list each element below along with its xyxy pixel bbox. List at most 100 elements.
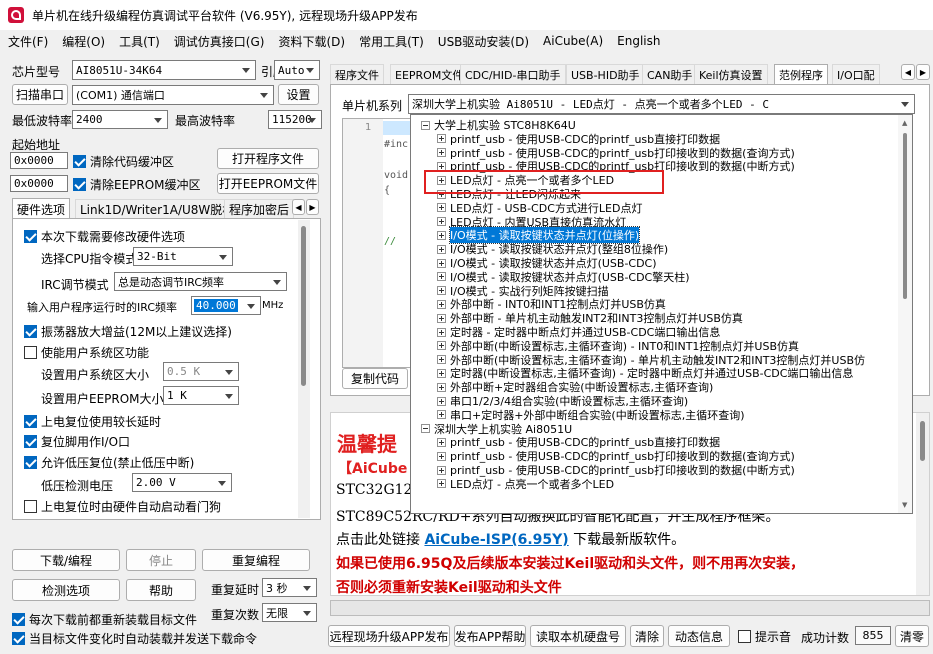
- port-select[interactable]: (COM1) 通信端口: [72, 85, 274, 105]
- hw-scrollbar[interactable]: [298, 220, 310, 518]
- expand-icon[interactable]: [437, 217, 446, 227]
- rtab-scroll-left-button[interactable]: ◀: [901, 64, 915, 80]
- rtab-scroll-right-button[interactable]: ▶: [916, 64, 930, 80]
- menu-item[interactable]: AiCube(A): [543, 34, 603, 48]
- modify-hw-checkbox[interactable]: 本次下载需要修改硬件选项: [24, 228, 185, 245]
- repeat-program-button[interactable]: 重复编程: [202, 549, 310, 571]
- pins-select[interactable]: Auto: [274, 60, 320, 80]
- rtab[interactable]: USB-HID助手: [566, 64, 645, 84]
- irc-mode-select[interactable]: 总是动态调节IRC频率: [114, 272, 287, 291]
- menu-item[interactable]: USB驱动安装(D): [438, 33, 529, 50]
- tab-scroll-right-button[interactable]: ▶: [306, 199, 319, 215]
- watchdog-checkbox[interactable]: 上电复位时由硬件自动启动看门狗: [24, 498, 221, 515]
- rtab[interactable]: CAN助手: [642, 64, 698, 84]
- tab-link1d[interactable]: Link1D/Writer1A/U8W脱机: [75, 199, 240, 219]
- expand-icon[interactable]: [437, 286, 446, 296]
- rtab[interactable]: I/O口配: [832, 64, 880, 84]
- osc-gain-checkbox[interactable]: 振荡器放大增益(12M以上建议选择): [24, 323, 232, 340]
- expand-icon[interactable]: [437, 230, 446, 240]
- tree-item[interactable]: LED点灯 - 点亮一个或者多个LED: [437, 477, 614, 491]
- check-options-button[interactable]: 检测选项: [12, 579, 120, 601]
- long-delay-checkbox[interactable]: 上电复位使用较长延时: [24, 413, 161, 430]
- tab-hardware-options[interactable]: 硬件选项: [12, 198, 71, 219]
- menu-item[interactable]: 编程(O): [62, 33, 105, 50]
- expand-icon[interactable]: [437, 382, 446, 392]
- notice-scrollbar[interactable]: [916, 413, 929, 595]
- eeprom-size-select[interactable]: 1 K: [163, 386, 239, 405]
- rtab[interactable]: Keil仿真设置: [694, 64, 768, 84]
- clear-eeprom-checkbox[interactable]: 清除EEPROM缓冲区: [73, 176, 201, 193]
- tab-encrypt[interactable]: 程序加密后: [224, 199, 295, 219]
- notice-title: 温馨提: [337, 432, 397, 456]
- checkbox-box[interactable]: [73, 155, 86, 168]
- collapse-icon[interactable]: [421, 120, 430, 130]
- clear-button[interactable]: 清除: [630, 625, 664, 647]
- expand-icon[interactable]: [437, 299, 446, 309]
- expand-icon[interactable]: [437, 203, 446, 213]
- expand-icon[interactable]: [437, 465, 446, 475]
- low-voltage-select[interactable]: 2.00 V: [132, 473, 232, 492]
- settings-button[interactable]: 设置: [278, 84, 319, 105]
- help-button[interactable]: 帮助: [126, 579, 196, 601]
- repeat-count-select[interactable]: 无限: [262, 603, 317, 622]
- cpu-mode-select[interactable]: 32-Bit: [133, 247, 233, 266]
- rtab[interactable]: 程序文件: [330, 64, 384, 84]
- menu-item[interactable]: 文件(F): [8, 33, 48, 50]
- rtab[interactable]: 范例程序: [774, 64, 828, 84]
- open-eeprom-file-button[interactable]: 打开EEPROM文件: [217, 173, 319, 194]
- reset-io-checkbox[interactable]: 复位脚用作I/O口: [24, 433, 130, 450]
- tab-scroll-left-button[interactable]: ◀: [292, 199, 305, 215]
- expand-icon[interactable]: [437, 244, 446, 254]
- sys-size-select[interactable]: 0.5 K: [163, 362, 239, 381]
- checkbox-box[interactable]: [73, 178, 86, 191]
- expand-icon[interactable]: [437, 355, 446, 365]
- tree-scrollbar[interactable]: ▲ ▼: [898, 115, 912, 513]
- dynamic-info-button[interactable]: 动态信息: [668, 625, 730, 647]
- min-baud-select[interactable]: 2400: [72, 110, 168, 129]
- tone-checkbox[interactable]: 提示音: [738, 628, 791, 645]
- copy-code-button[interactable]: 复制代码: [342, 368, 408, 389]
- publish-app-button[interactable]: 远程现场升级APP发布: [328, 625, 450, 647]
- download-link[interactable]: AiCube-ISP(6.95Y): [424, 532, 568, 548]
- expand-icon[interactable]: [437, 148, 446, 158]
- expand-icon[interactable]: [437, 437, 446, 447]
- clear-code-checkbox[interactable]: 清除代码缓冲区: [73, 153, 174, 170]
- expand-icon[interactable]: [437, 327, 446, 337]
- expand-icon[interactable]: [437, 451, 446, 461]
- expand-icon[interactable]: [437, 479, 446, 489]
- menu-item[interactable]: 常用工具(T): [359, 33, 424, 50]
- expand-icon[interactable]: [437, 258, 446, 268]
- expand-icon[interactable]: [437, 134, 446, 144]
- series-select[interactable]: 深圳大学上机实验 Ai8051U - LED点灯 - 点亮一个或者多个LED -…: [408, 94, 915, 114]
- irc-freq-select[interactable]: 40.000: [191, 296, 261, 315]
- max-baud-select[interactable]: 115200: [268, 110, 322, 129]
- rtab[interactable]: CDC/HID-串口助手: [460, 64, 566, 84]
- eeprom-address-input[interactable]: 0x0000: [10, 175, 68, 192]
- user-sys-area-checkbox[interactable]: 使能用户系统区功能: [24, 344, 149, 361]
- expand-icon[interactable]: [437, 272, 446, 282]
- low-voltage-reset-checkbox[interactable]: 允许低压复位(禁止低压中断): [24, 454, 194, 471]
- auto-load-checkbox[interactable]: 当目标文件变化时自动装载并发送下载命令: [12, 630, 257, 647]
- rtab[interactable]: EEPROM文件: [390, 64, 469, 84]
- code-address-input[interactable]: 0x0000: [10, 152, 68, 169]
- expand-icon[interactable]: [437, 368, 446, 378]
- menu-item[interactable]: 调试仿真接口(G): [174, 33, 265, 50]
- expand-icon[interactable]: [437, 410, 446, 420]
- read-disk-id-button[interactable]: 读取本机硬盘号: [530, 625, 626, 647]
- expand-icon[interactable]: [437, 313, 446, 323]
- open-program-file-button[interactable]: 打开程序文件: [217, 148, 319, 169]
- stop-button[interactable]: 停止: [126, 549, 196, 571]
- scan-port-button[interactable]: 扫描串口: [12, 84, 68, 105]
- download-button[interactable]: 下载/编程: [12, 549, 120, 571]
- expand-icon[interactable]: [437, 341, 446, 351]
- expand-icon[interactable]: [437, 396, 446, 406]
- collapse-icon[interactable]: [421, 424, 430, 434]
- menu-item[interactable]: 工具(T): [119, 33, 160, 50]
- reload-checkbox[interactable]: 每次下载前都重新装载目标文件: [12, 611, 197, 628]
- repeat-delay-select[interactable]: 3 秒: [262, 578, 317, 597]
- menu-item[interactable]: 资料下载(D): [278, 33, 345, 50]
- reset-count-button[interactable]: 清零: [895, 625, 929, 647]
- publish-help-button[interactable]: 发布APP帮助: [454, 625, 526, 647]
- menu-item[interactable]: English: [617, 34, 660, 48]
- chip-select[interactable]: AI8051U-34K64: [72, 60, 256, 80]
